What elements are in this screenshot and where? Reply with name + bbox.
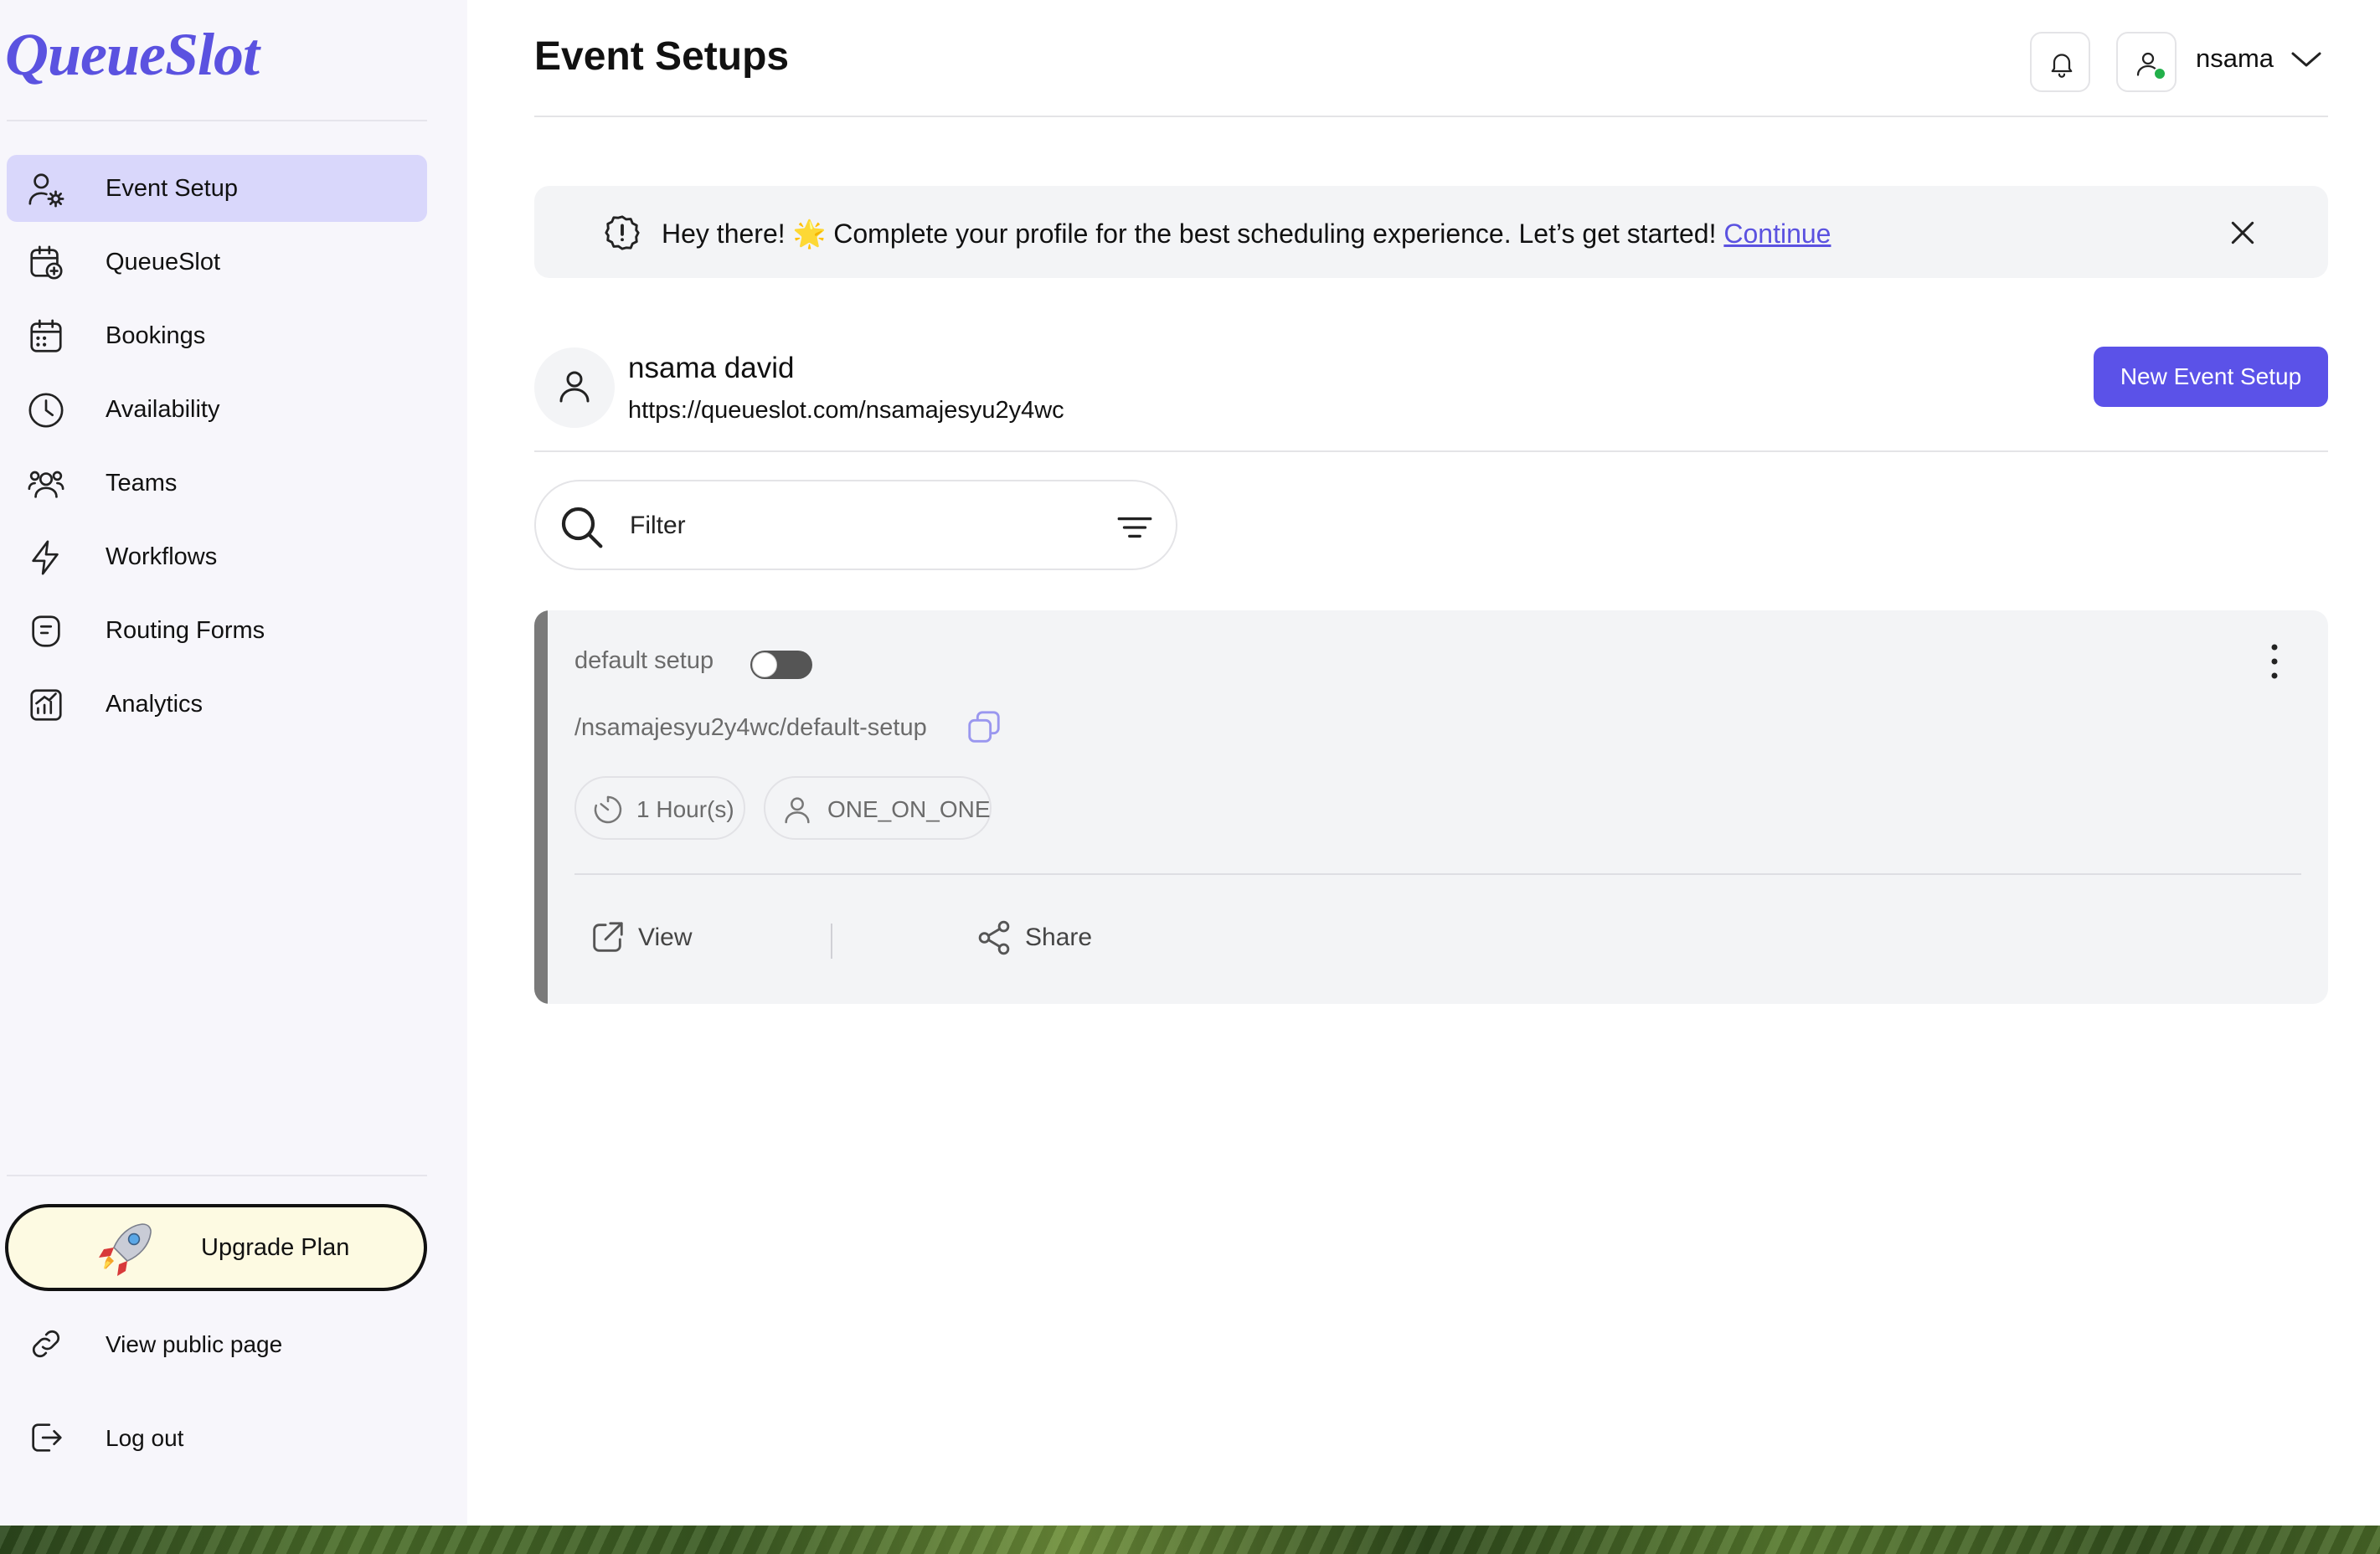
clock-icon [28,393,64,428]
sidebar-item-label: QueueSlot [106,248,221,275]
view-public-page-link[interactable]: View public page [7,1311,427,1378]
upgrade-plan-button[interactable]: Upgrade Plan [5,1204,427,1291]
notifications-button[interactable] [2030,32,2090,92]
app-page: QueueSlot Event Setup QueueSlot Bookings… [0,0,2380,1554]
sidebar-item-analytics[interactable]: Analytics [7,671,427,738]
chart-icon [30,689,62,721]
card-accent-bar [534,610,548,1004]
upgrade-plan-label: Upgrade Plan [201,1234,350,1261]
calendar-plus-icon [30,245,63,280]
profile-url[interactable]: https://queueslot.com/nsamajesyu2y4wc [628,397,1064,425]
share-label: Share [1025,924,1093,951]
user-icon [559,371,590,403]
profile-name: nsama david [628,352,795,384]
sidebar-item-event-setup[interactable]: Event Setup [7,155,427,222]
sidebar-item-label: Teams [106,469,178,497]
profile-completion-banner: Hey there! 🌟 Complete your profile for t… [534,186,2328,278]
page-title: Event Setups [534,34,790,79]
new-event-setup-button[interactable]: New Event Setup [2094,347,2328,407]
event-setup-card: default setup /nsamajesyu2y4wc/default-s… [534,610,2328,1004]
alert-badge-icon [605,215,640,250]
form-icon [32,615,60,647]
external-link-icon [593,922,623,952]
banner-text: Hey there! 🌟 Complete your profile for t… [662,219,1717,249]
sidebar-nav: Event Setup QueueSlot Bookings Availabil… [7,155,427,744]
chevron-down-icon[interactable] [2290,47,2323,72]
header-divider [534,116,2328,117]
view-button[interactable]: View [588,915,739,962]
more-options-icon[interactable] [2268,641,2281,682]
banner-message: Hey there! 🌟 Complete your profile for t… [662,218,1831,250]
logout-icon [32,1423,62,1452]
sidebar-item-label: Bookings [106,322,206,349]
log-out-label: Log out [106,1425,184,1451]
card-divider [574,873,2301,875]
sidebar-item-availability[interactable]: Availability [7,376,427,443]
duration-chip: 1 Hour(s) [574,776,745,840]
app-logo[interactable]: QueueSlot [5,20,260,90]
timer-icon [594,795,622,824]
user-icon [785,797,810,824]
filter-input[interactable]: Filter [534,480,1177,570]
view-public-page-label: View public page [106,1331,283,1357]
sidebar-item-label: Availability [106,395,220,423]
users-icon [28,471,64,498]
user-gear-icon [28,173,64,208]
view-label: View [638,924,693,951]
calendar-icon [30,319,62,352]
sidebar-item-teams[interactable]: Teams [7,450,427,517]
action-separator [831,924,832,959]
sidebar-item-label: Analytics [106,690,203,718]
toggle-knob [752,652,777,677]
sidebar-item-workflows[interactable]: Workflows [7,523,427,590]
continue-link[interactable]: Continue [1723,219,1831,249]
share-icon [978,920,1010,955]
meeting-type-chip: ONE_ON_ONE [764,776,992,840]
event-enabled-toggle[interactable] [750,651,812,679]
share-button[interactable]: Share [975,915,1142,962]
event-path: /nsamajesyu2y4wc/default-setup [574,714,927,741]
lightning-icon [32,540,59,575]
link-icon [32,1330,60,1358]
filter-placeholder: Filter [630,512,686,539]
sidebar-item-label: Event Setup [106,174,238,202]
search-icon [561,507,603,548]
log-out-link[interactable]: Log out [7,1405,427,1472]
close-icon[interactable] [2226,216,2259,250]
rocket-icon [99,1223,152,1276]
sidebar-item-bookings[interactable]: Bookings [7,302,427,369]
sidebar-divider [7,1175,427,1176]
sidebar-item-label: Routing Forms [106,616,265,644]
filter-lines-icon[interactable] [1114,507,1156,548]
desktop-background-strip [0,1526,2380,1554]
sidebar-item-routing-forms[interactable]: Routing Forms [7,597,427,664]
sidebar: QueueSlot Event Setup QueueSlot Bookings… [0,0,467,1526]
sidebar-item-queueslot[interactable]: QueueSlot [7,229,427,296]
meeting-type-text: ONE_ON_ONE [827,796,991,822]
duration-text: 1 Hour(s) [636,796,734,822]
foliage-texture [0,1526,2380,1554]
online-status-dot [2153,67,2166,80]
event-title: default setup [574,647,714,674]
user-avatar-button[interactable] [2116,32,2177,92]
sidebar-item-label: Workflows [106,543,218,570]
user-name[interactable]: nsama [2196,44,2274,74]
copy-icon[interactable] [965,708,1003,746]
sidebar-divider [7,120,427,121]
profile-avatar [534,347,615,428]
bell-icon [2051,54,2073,78]
profile-divider [534,450,2328,452]
